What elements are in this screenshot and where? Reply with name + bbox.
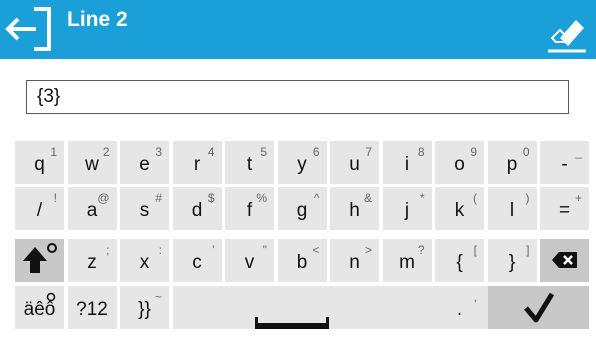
key-secondary-label: : [158, 243, 162, 257]
key-z[interactable]: z; [67, 239, 117, 282]
accent-dot-icon [46, 292, 56, 302]
numbers-key[interactable]: ?12 [67, 286, 117, 329]
key-x[interactable]: x: [120, 239, 169, 282]
shift-key[interactable] [15, 239, 64, 282]
key-h[interactable]: h & [330, 187, 379, 230]
key-open-brace[interactable]: {[ [435, 239, 484, 282]
eraser-icon [548, 20, 586, 53]
key-d[interactable]: d $ [172, 187, 222, 230]
backspace-icon [552, 252, 577, 268]
key-r[interactable]: r4 [172, 141, 222, 184]
key-secondary-label: ( [473, 191, 477, 205]
key-secondary-label: ^ [313, 191, 320, 205]
key-secondary-label: $ [207, 191, 215, 205]
key-b[interactable]: b < [277, 239, 327, 282]
key-secondary-label: [ [473, 243, 477, 257]
key-label: ?12 [76, 299, 108, 320]
key-secondary-label: 7 [365, 145, 372, 159]
key-secondary-label: 0 [522, 145, 530, 159]
key-secondary-label: 2 [102, 145, 110, 159]
space-bar-icon [254, 317, 329, 329]
accents-key[interactable]: äêô [15, 286, 64, 329]
backspace-key[interactable] [540, 239, 589, 282]
key-o[interactable]: o9 [435, 141, 484, 184]
key-secondary-label: > [364, 243, 372, 257]
key-secondary-label: , [473, 290, 477, 304]
key-secondary-label: 3 [155, 145, 162, 159]
key-dash[interactable]: - _ [540, 141, 589, 184]
key-l[interactable]: l) [487, 187, 537, 230]
key-q[interactable]: q1 [15, 141, 64, 184]
key-u[interactable]: u7 [330, 141, 379, 184]
key-n[interactable]: n > [330, 239, 379, 282]
symbols-key[interactable]: }} ~ [120, 286, 169, 329]
key-a[interactable]: a @ [67, 187, 117, 230]
key-t[interactable]: t5 [225, 141, 274, 184]
key-secondary-label: 8 [417, 145, 425, 159]
period-key[interactable]: ., [435, 286, 484, 329]
key-secondary-label: ] [526, 243, 530, 257]
key-p[interactable]: p0 [487, 141, 537, 184]
key-y[interactable]: y6 [277, 141, 327, 184]
key-slash[interactable]: /! [15, 187, 64, 230]
key-secondary-label: ? [417, 243, 425, 257]
checkmark-icon [523, 292, 554, 323]
key-s[interactable]: s # [120, 187, 169, 230]
key-secondary-label: ~ [154, 290, 162, 304]
key-secondary-label: 4 [207, 145, 215, 159]
key-secondary-label: 6 [312, 145, 320, 159]
key-secondary-label: % [256, 191, 267, 205]
key-secondary-label: ' [212, 243, 215, 257]
key-secondary-label: " [262, 243, 267, 257]
text-input[interactable]: {3} [26, 80, 569, 114]
key-equals[interactable]: = + [540, 187, 589, 230]
key-k[interactable]: k( [435, 187, 484, 230]
key-secondary-label: * [419, 191, 425, 205]
key-v[interactable]: v " [225, 239, 274, 282]
clear-button[interactable] [534, 0, 596, 59]
key-secondary-label: + [574, 191, 582, 205]
key-secondary-label: & [363, 191, 372, 205]
key-m[interactable]: m? [382, 239, 432, 282]
key-secondary-label: 9 [470, 145, 477, 159]
key-secondary-label: 5 [260, 145, 267, 159]
key-secondary-label: ) [525, 191, 530, 205]
key-secondary-label: ; [106, 243, 110, 257]
key-f[interactable]: f% [225, 187, 274, 230]
key-i[interactable]: i8 [382, 141, 432, 184]
key-e[interactable]: e3 [120, 141, 169, 184]
key-c[interactable]: c ' [172, 239, 222, 282]
key-secondary-label: _ [575, 145, 582, 159]
key-secondary-label: # [155, 191, 162, 205]
key-close-brace[interactable]: }] [487, 239, 537, 282]
key-secondary-label: 1 [50, 145, 57, 159]
key-secondary-label: @ [97, 191, 110, 205]
key-g[interactable]: g ^ [277, 187, 327, 230]
back-arrow-icon [5, 7, 51, 51]
title-bar: Line 2 [0, 0, 596, 59]
page-title: Line 2 [67, 8, 128, 31]
key-secondary-label: ! [53, 191, 57, 205]
back-button[interactable] [0, 0, 60, 59]
input-value: {3} [37, 86, 61, 107]
key-label: äêô [23, 299, 56, 320]
key-j[interactable]: j * [382, 187, 432, 230]
shift-up-icon [23, 243, 57, 273]
key-secondary-label: < [312, 243, 320, 257]
enter-key[interactable] [487, 286, 589, 329]
key-w[interactable]: w2 [67, 141, 117, 184]
